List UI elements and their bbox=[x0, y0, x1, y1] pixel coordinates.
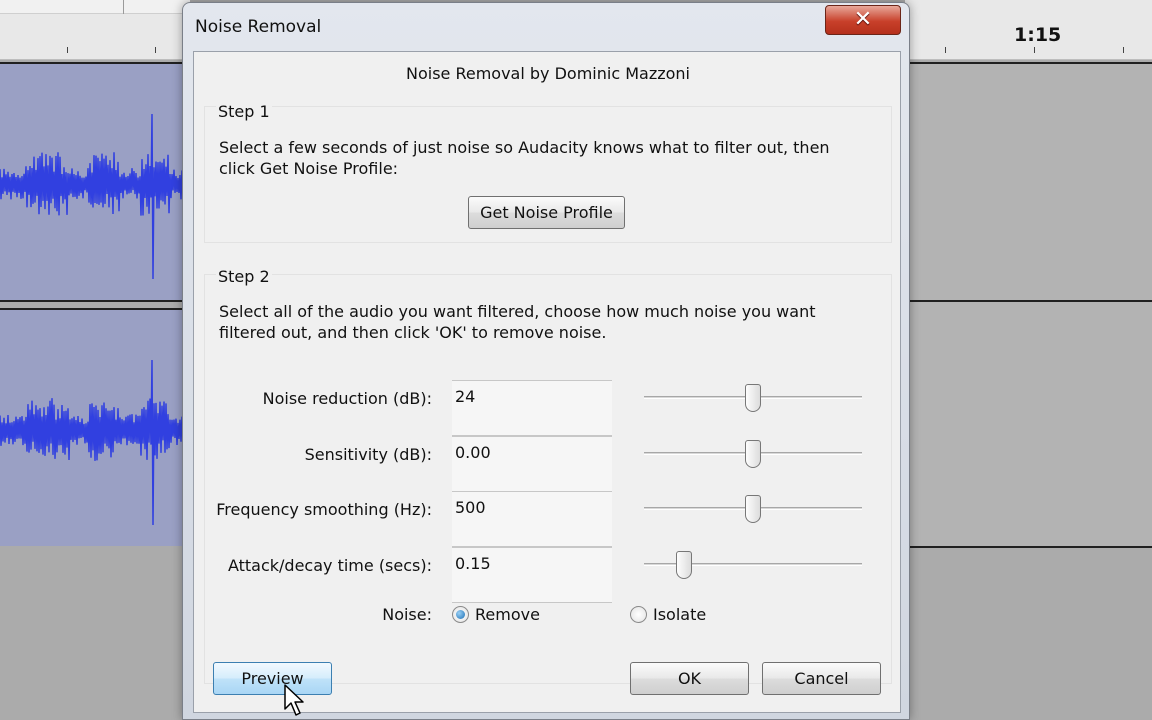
slider-thumb[interactable] bbox=[745, 495, 761, 523]
close-button[interactable]: ✕ bbox=[825, 5, 901, 35]
frequency-smoothing-label: Frequency smoothing (Hz): bbox=[216, 500, 432, 519]
toolbar-strip bbox=[0, 0, 190, 14]
radio-selected-icon[interactable] bbox=[452, 606, 469, 623]
step2-instructions: Select all of the audio you want filtere… bbox=[219, 302, 816, 342]
get-noise-profile-button[interactable]: Get Noise Profile bbox=[468, 196, 625, 229]
sensitivity-slider[interactable] bbox=[644, 438, 862, 470]
audio-track-empty-area[interactable] bbox=[905, 300, 1152, 548]
attack-decay-slider[interactable] bbox=[644, 549, 862, 581]
divider bbox=[123, 0, 124, 14]
remove-radio[interactable]: Remove bbox=[452, 605, 540, 624]
noise-removal-dialog: Noise Removal ✕ Noise Removal by Dominic… bbox=[182, 2, 910, 720]
noise-reduction-label: Noise reduction (dB): bbox=[262, 389, 432, 408]
ruler-tick bbox=[1123, 47, 1124, 53]
sensitivity-input[interactable]: 0.00 bbox=[452, 436, 612, 492]
empty-project-area bbox=[905, 546, 1152, 720]
attack-decay-input[interactable]: 0.15 bbox=[452, 547, 612, 603]
preview-button[interactable]: Preview bbox=[213, 662, 332, 695]
dialog-content: Noise Removal by Dominic Mazzoni Step 1 … bbox=[193, 51, 901, 713]
close-icon: ✕ bbox=[853, 7, 873, 32]
remove-radio-label: Remove bbox=[475, 605, 540, 624]
waveform bbox=[0, 359, 190, 526]
cancel-button[interactable]: Cancel bbox=[762, 662, 881, 695]
slider-thumb[interactable] bbox=[745, 384, 761, 412]
isolate-radio-label: Isolate bbox=[653, 605, 707, 624]
noise-reduction-slider[interactable] bbox=[644, 382, 862, 414]
audio-track-right-channel[interactable] bbox=[0, 308, 190, 548]
slider-thumb[interactable] bbox=[745, 440, 761, 468]
ruler-tick bbox=[945, 47, 946, 53]
attack-decay-label: Attack/decay time (secs): bbox=[227, 556, 432, 575]
sensitivity-label: Sensitivity (dB): bbox=[304, 445, 432, 464]
noise-mode-label: Noise: bbox=[382, 605, 432, 624]
mouse-cursor-icon bbox=[284, 684, 304, 716]
ruler-tick bbox=[67, 47, 68, 53]
timeline-ruler-left[interactable] bbox=[0, 0, 190, 60]
audio-track-left-channel[interactable] bbox=[0, 62, 190, 302]
step2-label: Step 2 bbox=[216, 267, 272, 286]
radio-unselected-icon[interactable] bbox=[630, 606, 647, 623]
timeline-label: 1:15 bbox=[1014, 24, 1062, 46]
dialog-subtitle: Noise Removal by Dominic Mazzoni bbox=[406, 64, 690, 83]
step1-label: Step 1 bbox=[216, 102, 272, 121]
frequency-smoothing-slider[interactable] bbox=[644, 493, 862, 525]
slider-thumb[interactable] bbox=[676, 551, 692, 579]
ruler-tick bbox=[1034, 47, 1035, 53]
audio-track-empty-area[interactable] bbox=[905, 62, 1152, 302]
empty-project-area bbox=[0, 546, 190, 720]
frequency-smoothing-input[interactable]: 500 bbox=[452, 491, 612, 547]
dialog-title: Noise Removal bbox=[195, 17, 322, 37]
isolate-radio[interactable]: Isolate bbox=[630, 605, 706, 624]
ruler-tick bbox=[155, 47, 156, 53]
step1-instructions: Select a few seconds of just noise so Au… bbox=[219, 138, 830, 178]
ok-button[interactable]: OK bbox=[630, 662, 749, 695]
waveform bbox=[0, 113, 190, 280]
noise-reduction-input[interactable]: 24 bbox=[452, 380, 612, 436]
